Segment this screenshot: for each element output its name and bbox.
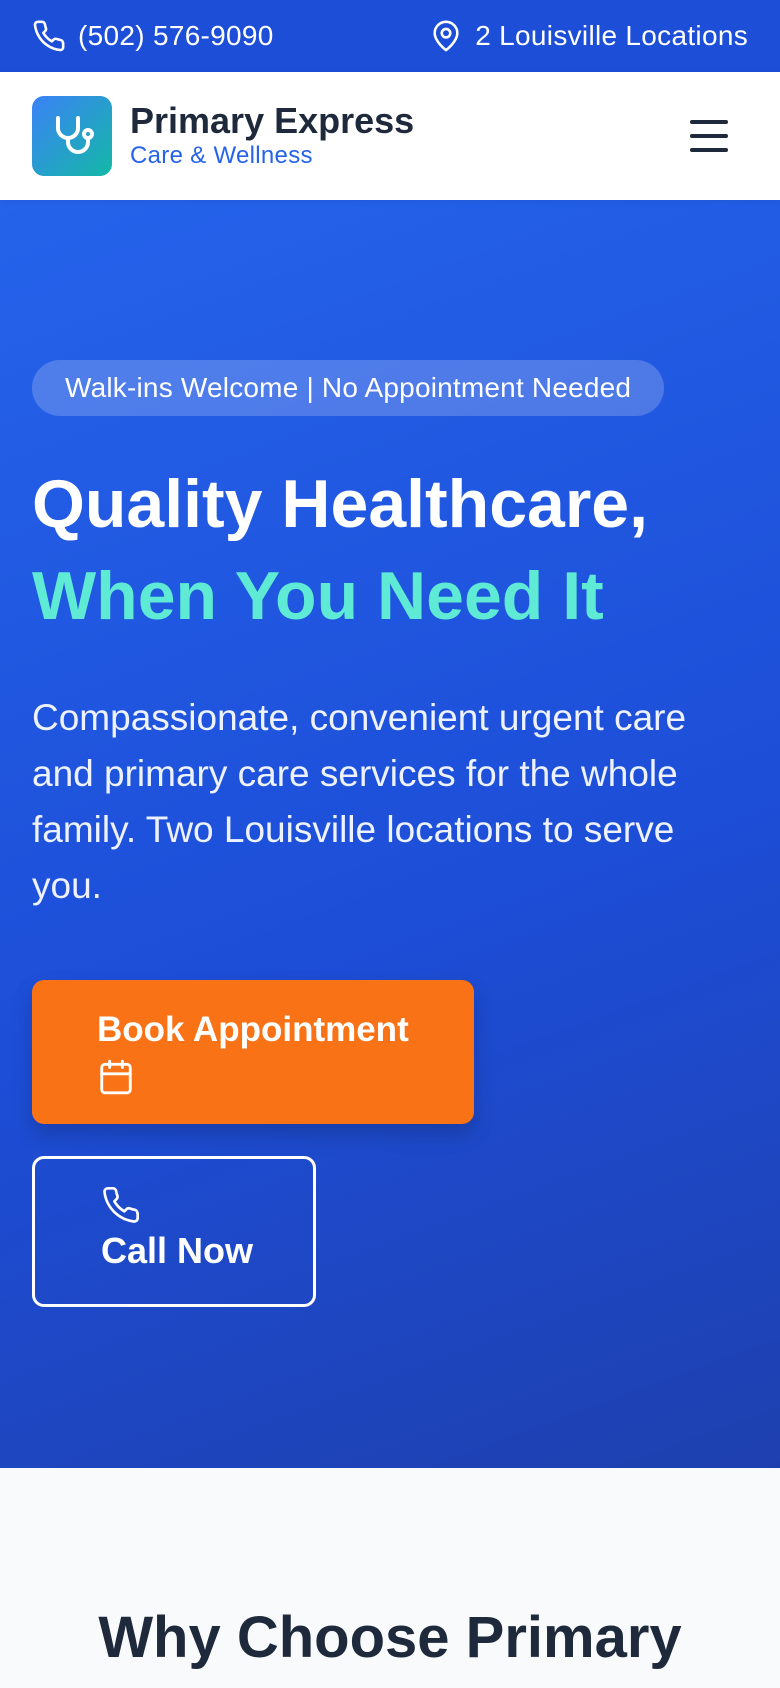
- why-choose-heading: Why Choose Primary Express Care?: [98, 1605, 682, 1688]
- hero-section: Walk-ins Welcome | No Appointment Needed…: [0, 200, 780, 1468]
- stethoscope-icon: [56, 116, 94, 154]
- phone-icon: [33, 20, 65, 52]
- site-header: Primary Express Care & Wellness: [0, 72, 780, 200]
- top-contact-bar: (502) 576-9090 2 Louisville Locations: [0, 0, 780, 72]
- calendar-icon: [100, 1059, 132, 1095]
- locations-link[interactable]: 2 Louisville Locations: [429, 19, 748, 53]
- hero-description: Compassionate, convenient urgent care an…: [32, 697, 687, 906]
- hamburger-menu-icon[interactable]: [690, 116, 730, 156]
- hero-title-line1: Quality Healthcare,: [32, 466, 649, 542]
- walk-ins-badge: Walk-ins Welcome | No Appointment Needed: [32, 360, 665, 416]
- book-appointment-label: Book Appointment: [97, 1010, 409, 1049]
- why-choose-section: Why Choose Primary Express Care?: [0, 1468, 780, 1688]
- phone-link[interactable]: (502) 576-9090: [32, 19, 274, 53]
- call-now-button[interactable]: Call Now: [32, 1156, 316, 1307]
- brand-tagline: Care & Wellness: [130, 142, 313, 169]
- locations-text: 2 Louisville Locations: [475, 20, 748, 51]
- phone-icon: [103, 1186, 140, 1223]
- logo[interactable]: [32, 96, 112, 176]
- menu-bar-middle: [690, 134, 728, 138]
- hero-title: Quality Healthcare, When You Need It: [32, 458, 648, 642]
- book-appointment-button[interactable]: Book Appointment: [32, 980, 474, 1124]
- menu-bar-bottom: [690, 148, 728, 152]
- hero-title-line2: When You Need It: [32, 558, 604, 634]
- call-now-label: Call Now: [101, 1230, 254, 1271]
- brand[interactable]: Primary Express Care & Wellness: [130, 101, 414, 171]
- phone-number: (502) 576-9090: [78, 20, 274, 51]
- menu-bar-top: [690, 120, 728, 124]
- brand-name: Primary Express: [130, 100, 415, 141]
- map-pin-icon: [433, 20, 459, 52]
